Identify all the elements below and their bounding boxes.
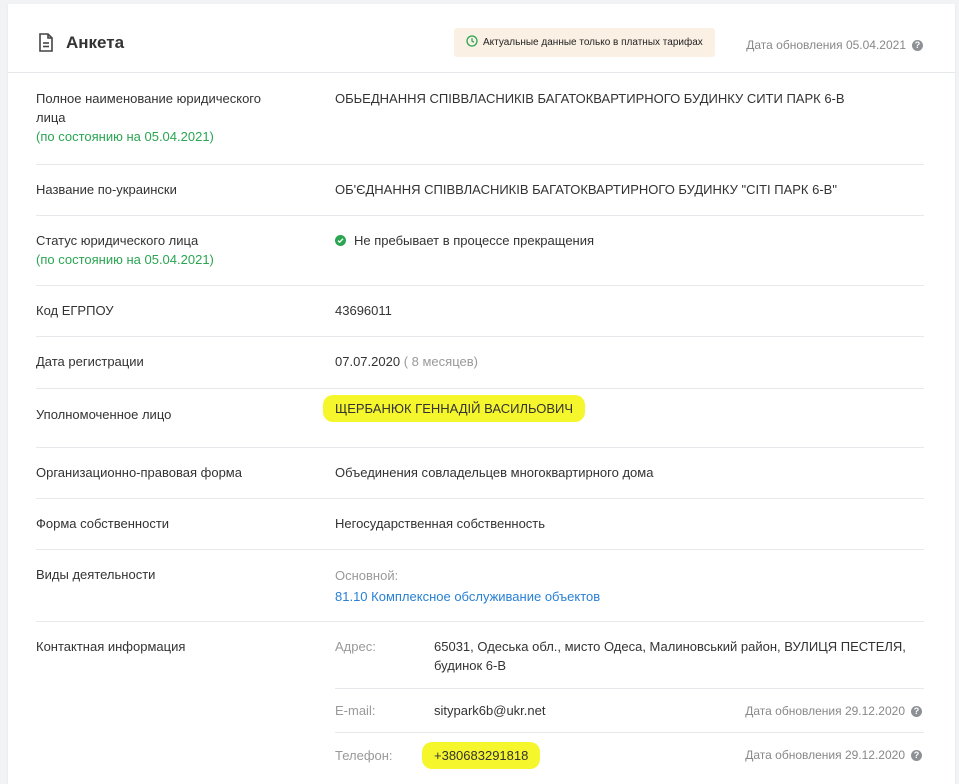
legal-form-label: Организационно-правовая форма — [36, 465, 242, 480]
card-header: Анкета Актуальные данные только в платны… — [8, 4, 955, 73]
activities-label: Виды деятельности — [36, 567, 156, 582]
reg-date-value: 07.07.2020 ( 8 месяцев) — [335, 352, 895, 371]
email-link[interactable]: sitypark6b@ukr.net — [434, 701, 694, 720]
row-legal-form: Организационно-правовая форма Объединени… — [36, 448, 924, 499]
phone-value: +380683291818 — [422, 742, 694, 769]
document-icon — [38, 33, 54, 55]
row-reg-date: Дата регистрации 07.07.2020 ( 8 месяцев) — [36, 337, 924, 389]
ownership-value: Негосударственная собственность — [335, 516, 546, 531]
clock-icon — [466, 35, 478, 50]
email-update: Дата обновления 29.12.2020 ? — [745, 704, 922, 718]
full-name-label: Полное наименование юридического лица — [36, 91, 261, 125]
help-icon[interactable]: ? — [911, 705, 922, 717]
ownership-label: Форма собственности — [36, 516, 170, 531]
contacts-label: Контактная информация — [36, 639, 186, 654]
badge-text: Актуальные данные только в платных тариф… — [483, 37, 703, 48]
contact-email: E-mail: sitypark6b@ukr.net Дата обновлен… — [335, 689, 924, 733]
edrpou-value: 43696011 — [335, 303, 392, 318]
status-value: Не пребывает в процессе прекращения — [335, 231, 895, 250]
update-date-text: Дата обновления 05.04.2021 — [746, 38, 906, 52]
row-full-name: Полное наименование юридического лица (п… — [36, 72, 924, 165]
phone-update: Дата обновления 29.12.2020 ? — [745, 748, 922, 762]
contacts-list: Адрес: 65031, Одеська обл., мисто Одеса,… — [335, 622, 924, 778]
row-ownership: Форма собственности Негосударственная со… — [36, 499, 924, 550]
edrpou-label: Код ЕГРПОУ — [36, 303, 114, 318]
phone-label: Телефон: — [335, 748, 393, 763]
row-ukr-name: Название по-украински ОБ'ЄДНАННЯ СПІВВЛА… — [36, 165, 924, 216]
full-name-note: (по состоянию на 05.04.2021) — [36, 129, 214, 144]
status-text: Не пребывает в процессе прекращения — [354, 233, 595, 248]
activity-main-label: Основной: — [335, 568, 399, 583]
ukr-name-label: Название по-украински — [36, 182, 177, 197]
profile-fields: Полное наименование юридического лица (п… — [36, 72, 924, 782]
activity-main-link[interactable]: 81.10 Комплексное обслуживание объектов — [335, 586, 895, 607]
full-name-value: ОБЬЕДНАННЯ СПІВВЛАСНИКІВ БАГАТОКВАРТИРНО… — [335, 91, 845, 106]
row-activities: Виды деятельности Основной: 81.10 Компле… — [36, 550, 924, 622]
legal-form-value: Объединения совладельцев многоквартирног… — [335, 465, 654, 480]
email-update-text: Дата обновления 29.12.2020 — [745, 704, 905, 718]
phone-update-text: Дата обновления 29.12.2020 — [745, 748, 905, 762]
ukr-name-value: ОБ'ЄДНАННЯ СПІВВЛАСНИКІВ БАГАТОКВАРТИРНО… — [335, 182, 837, 197]
row-authorized: Уполномоченное лицо ЩЕРБАНЮК ГЕННАДІЙ ВА… — [36, 389, 924, 448]
status-note: (по состоянию на 05.04.2021) — [36, 252, 214, 267]
row-contacts: Контактная информация Адрес: 65031, Одес… — [36, 622, 924, 782]
contact-phone: Телефон: +380683291818 Дата обновления 2… — [335, 733, 924, 778]
field-label: Полное наименование юридического лица (п… — [36, 89, 296, 146]
authorized-name: ЩЕРБАНЮК ГЕННАДІЙ ВАСИЛЬОВИЧ — [323, 395, 586, 422]
address-value: 65031, Одеська обл., мисто Одеса, Малино… — [434, 639, 906, 673]
update-date: Дата обновления 05.04.2021 ? — [746, 38, 923, 52]
reg-date-text: 07.07.2020 — [335, 354, 401, 369]
row-status: Статус юридического лица (по состоянию н… — [36, 216, 924, 286]
row-edrpou: Код ЕГРПОУ 43696011 — [36, 286, 924, 337]
check-circle-icon — [335, 235, 346, 246]
help-icon[interactable]: ? — [912, 39, 923, 51]
reg-date-age: ( 8 месяцев) — [403, 354, 478, 369]
phone-number[interactable]: +380683291818 — [422, 742, 541, 769]
email-label: E-mail: — [335, 703, 376, 718]
field-label: Статус юридического лица (по состоянию н… — [36, 231, 296, 269]
authorized-label: Уполномоченное лицо — [36, 407, 172, 422]
address-label: Адрес: — [335, 639, 376, 654]
contact-address: Адрес: 65031, Одеська обл., мисто Одеса,… — [335, 622, 924, 689]
status-label: Статус юридического лица — [36, 233, 199, 248]
help-icon[interactable]: ? — [911, 749, 922, 761]
profile-card: Анкета Актуальные данные только в платны… — [8, 4, 955, 784]
activities-value: Основной: 81.10 Комплексное обслуживание… — [335, 565, 895, 607]
authorized-value: ЩЕРБАНЮК ГЕННАДІЙ ВАСИЛЬОВИЧ — [323, 395, 895, 422]
paid-data-badge[interactable]: Актуальные данные только в платных тариф… — [454, 28, 715, 57]
reg-date-label: Дата регистрации — [36, 354, 144, 369]
page-title: Анкета — [66, 33, 125, 52]
